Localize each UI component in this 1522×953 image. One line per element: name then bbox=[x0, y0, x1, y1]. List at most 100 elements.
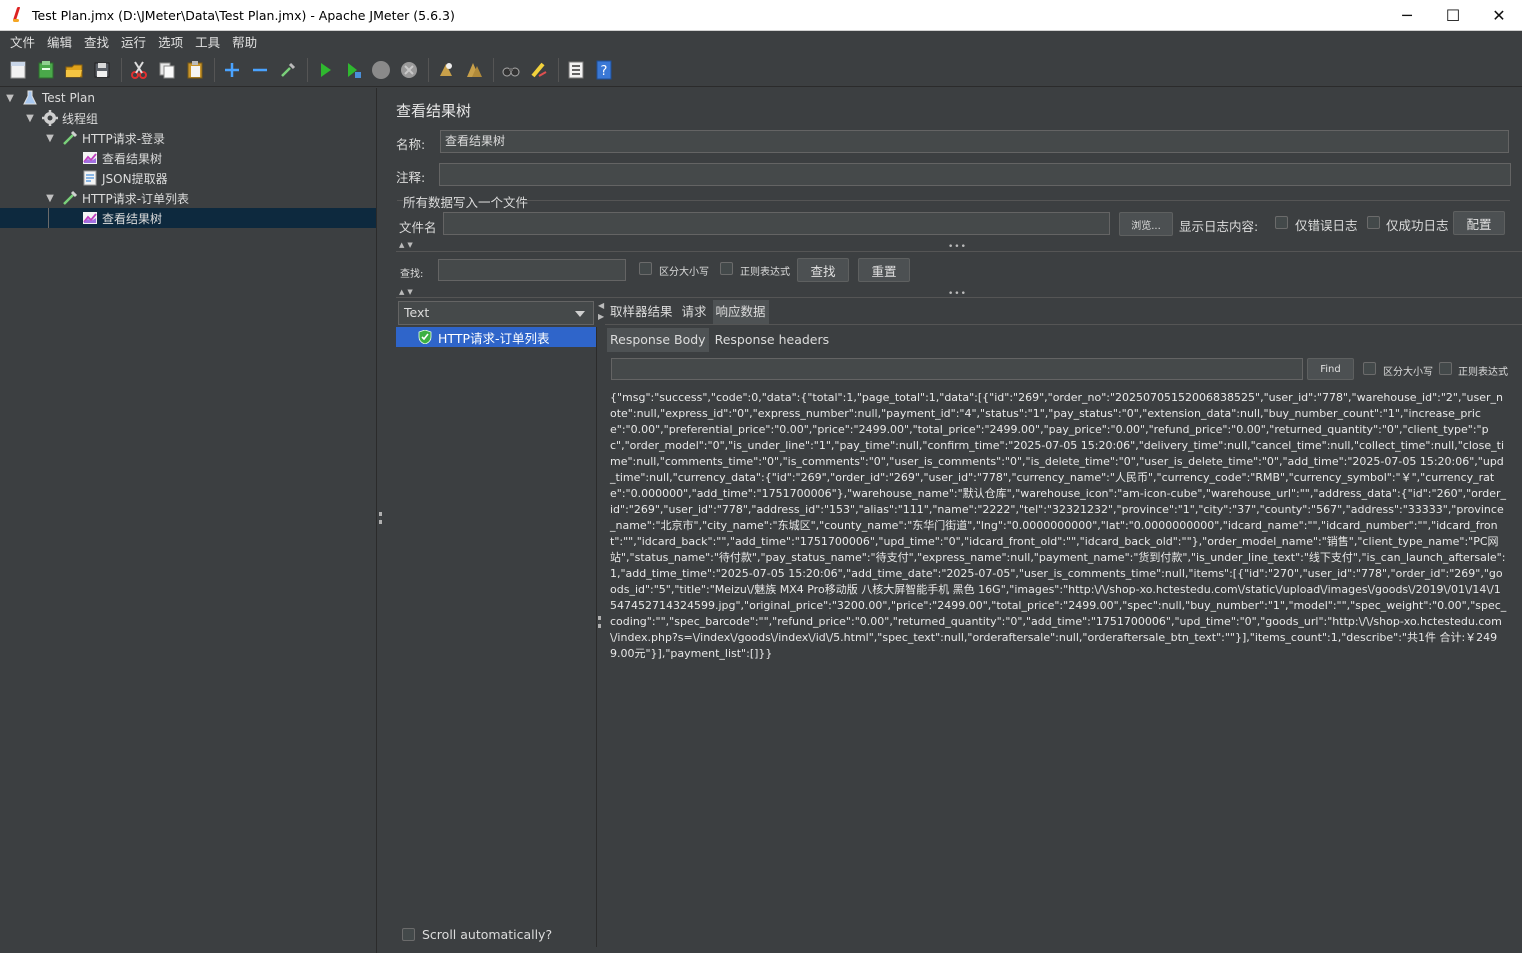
splitter-grip bbox=[598, 616, 601, 628]
stop-icon[interactable] bbox=[370, 59, 392, 81]
expand-icon[interactable] bbox=[221, 59, 243, 81]
reset-search-icon[interactable] bbox=[528, 59, 550, 81]
tab-response-body[interactable]: Response Body bbox=[607, 328, 709, 352]
response-find-button[interactable]: Find bbox=[1307, 358, 1354, 380]
results-splitter[interactable]: ◀ ▶ bbox=[597, 301, 605, 951]
jmeter-feather-icon bbox=[10, 7, 24, 23]
view-results-tree-icon bbox=[83, 212, 97, 224]
tree-node-json-extractor[interactable]: JSON提取器 bbox=[82, 168, 168, 188]
scroll-automatically-option[interactable]: Scroll automatically? bbox=[402, 927, 552, 942]
menu-edit[interactable]: 编辑 bbox=[41, 32, 78, 51]
menu-options[interactable]: 选项 bbox=[152, 32, 189, 51]
copy-icon[interactable] bbox=[156, 59, 178, 81]
success-only-checkbox[interactable] bbox=[1367, 216, 1380, 229]
comment-field[interactable] bbox=[439, 163, 1511, 186]
case-sensitive-checkbox[interactable] bbox=[639, 262, 652, 275]
chevron-down-icon[interactable]: ▼ bbox=[4, 93, 16, 104]
tab-response-headers[interactable]: Response headers bbox=[712, 328, 833, 352]
tab-sampler-result[interactable]: 取样器结果 bbox=[607, 300, 676, 324]
tree-node-test-plan[interactable]: ▼ Test Plan bbox=[4, 88, 95, 108]
renderer-select[interactable]: Text bbox=[398, 301, 594, 325]
tree-node-label: HTTP请求-登录 bbox=[82, 131, 166, 146]
tree-node-view-results-2[interactable]: 查看结果树 bbox=[0, 208, 376, 228]
divider bbox=[396, 297, 1522, 298]
tab-request[interactable]: 请求 bbox=[679, 300, 710, 324]
response-case-sensitive-label: 区分大小写 bbox=[1383, 367, 1433, 378]
reset-button[interactable]: 重置 bbox=[858, 258, 910, 282]
clear-icon[interactable] bbox=[435, 59, 457, 81]
browse-button[interactable]: 浏览... bbox=[1119, 212, 1173, 236]
window-title: Test Plan.jmx (D:\JMeter\Data\Test Plan.… bbox=[32, 7, 455, 23]
minimize-button[interactable]: ─ bbox=[1384, 0, 1430, 31]
help-icon[interactable]: ? bbox=[593, 59, 615, 81]
response-body-text[interactable]: {"msg":"success","code":0,"data":{"total… bbox=[610, 390, 1507, 662]
new-icon[interactable] bbox=[7, 59, 29, 81]
clear-all-icon[interactable] bbox=[463, 59, 485, 81]
regex-checkbox[interactable] bbox=[720, 262, 733, 275]
chevron-down-icon[interactable]: ▼ bbox=[44, 133, 56, 144]
scroll-automatically-checkbox[interactable] bbox=[402, 928, 415, 941]
save-icon[interactable] bbox=[91, 59, 113, 81]
case-sensitive-label: 区分大小写 bbox=[659, 267, 709, 278]
main-splitter[interactable] bbox=[377, 88, 385, 953]
tree-node-label: 查看结果树 bbox=[102, 211, 163, 226]
response-case-sensitive-checkbox[interactable] bbox=[1363, 362, 1376, 375]
window-controls: ─ ☐ ✕ bbox=[1384, 0, 1522, 31]
errors-only-label: 仅错误日志 bbox=[1295, 218, 1358, 233]
find-button[interactable]: 查找 bbox=[797, 258, 849, 282]
result-tabs: 取样器结果 请求 响应数据 bbox=[607, 300, 772, 324]
sample-result-list[interactable]: HTTP请求-订单列表 bbox=[396, 327, 597, 947]
menu-help[interactable]: 帮助 bbox=[226, 32, 263, 51]
start-no-pause-icon[interactable] bbox=[342, 59, 364, 81]
function-helper-icon[interactable] bbox=[565, 59, 587, 81]
maximize-button[interactable]: ☐ bbox=[1430, 0, 1476, 31]
sample-label: HTTP请求-订单列表 bbox=[438, 330, 550, 346]
toolbar-separator bbox=[307, 57, 308, 82]
list-item[interactable]: HTTP请求-订单列表 bbox=[396, 327, 596, 347]
menu-run[interactable]: 运行 bbox=[115, 32, 152, 51]
shutdown-icon[interactable] bbox=[398, 59, 420, 81]
menu-bar: 文件 编辑 查找 运行 选项 工具 帮助 bbox=[0, 31, 1522, 52]
menu-search[interactable]: 查找 bbox=[78, 32, 115, 51]
open-icon[interactable] bbox=[63, 59, 85, 81]
horizontal-splitter[interactable]: ▲▼ ••• bbox=[385, 241, 1522, 252]
name-field[interactable]: 查看结果树 bbox=[440, 130, 1509, 153]
toggle-icon[interactable] bbox=[277, 59, 299, 81]
templates-icon[interactable] bbox=[35, 59, 57, 81]
menu-file[interactable]: 文件 bbox=[4, 32, 41, 51]
success-shield-icon bbox=[418, 330, 432, 344]
collapse-right-arrow-icon[interactable]: ▶ bbox=[598, 312, 604, 321]
tree-node-http-order-list[interactable]: ▼ HTTP请求-订单列表 bbox=[44, 188, 189, 208]
thread-group-gear-icon bbox=[42, 110, 58, 126]
search-icon[interactable] bbox=[500, 59, 522, 81]
splitter-arrows-icon[interactable]: ▲▼ bbox=[399, 241, 416, 249]
tree-node-http-login[interactable]: ▼ HTTP请求-登录 bbox=[44, 128, 165, 148]
divider bbox=[396, 251, 1522, 252]
tree-node-label: 查看结果树 bbox=[102, 151, 163, 166]
success-only-label: 仅成功日志 bbox=[1386, 218, 1449, 233]
search-input[interactable] bbox=[438, 259, 626, 281]
response-find-input[interactable] bbox=[611, 358, 1303, 380]
horizontal-splitter[interactable]: ▲▼ ••• bbox=[385, 288, 1522, 299]
title-bar: Test Plan.jmx (D:\JMeter\Data\Test Plan.… bbox=[0, 0, 1522, 31]
errors-only-checkbox[interactable] bbox=[1275, 216, 1288, 229]
start-icon[interactable] bbox=[314, 59, 336, 81]
tree-node-view-results-1[interactable]: 查看结果树 bbox=[82, 148, 162, 168]
test-plan-tree[interactable]: ▼ Test Plan ▼ 线程组 ▼ HTTP请求-登录 查看结果树 JSON… bbox=[0, 88, 377, 953]
response-regex-checkbox[interactable] bbox=[1439, 362, 1452, 375]
close-button[interactable]: ✕ bbox=[1476, 0, 1522, 31]
configure-button[interactable]: 配置 bbox=[1453, 211, 1505, 235]
chevron-down-icon[interactable]: ▼ bbox=[44, 193, 56, 204]
collapse-left-arrow-icon[interactable]: ◀ bbox=[598, 301, 604, 310]
cut-icon[interactable] bbox=[128, 59, 150, 81]
filename-label: 文件名 bbox=[399, 220, 437, 235]
tab-response-data[interactable]: 响应数据 bbox=[712, 300, 769, 324]
renderer-selected-value: Text bbox=[404, 305, 430, 320]
menu-tools[interactable]: 工具 bbox=[189, 32, 226, 51]
collapse-icon[interactable] bbox=[249, 59, 271, 81]
splitter-arrows-icon[interactable]: ▲▼ bbox=[399, 288, 416, 296]
paste-icon[interactable] bbox=[184, 59, 206, 81]
chevron-down-icon[interactable]: ▼ bbox=[24, 113, 36, 124]
filename-field[interactable] bbox=[443, 212, 1110, 235]
tree-node-thread-group[interactable]: ▼ 线程组 bbox=[24, 108, 98, 128]
